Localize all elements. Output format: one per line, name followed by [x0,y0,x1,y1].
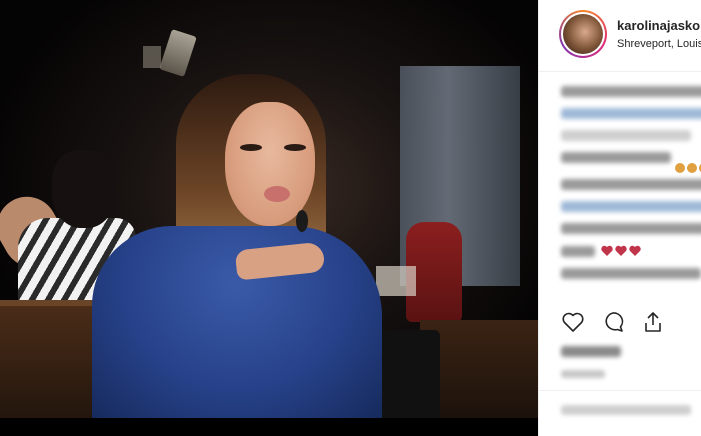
avatar[interactable] [559,10,607,58]
emoji-icon [675,163,701,173]
post-photo[interactable] [0,0,538,418]
post-actions [561,310,701,338]
caption-hashtags [561,108,701,119]
comment-box[interactable] [539,390,701,436]
hearts-icon [601,245,641,256]
stage-light [159,29,197,77]
photo-bottom-strip [0,418,538,436]
comment-item-mention [561,201,701,212]
comment-emoji [675,161,701,179]
post-header: karolinajasko Shreveport, Louisiana [539,0,701,72]
post-date [561,370,605,378]
comment-item [561,179,701,190]
username-link[interactable]: karolinajasko [617,18,700,33]
subject-face [225,102,315,226]
caption-line [561,86,701,97]
likes-count[interactable] [561,346,621,357]
comment-item-hearts [561,245,701,257]
left-person-head [52,150,116,228]
subject-eye-left [240,144,262,151]
comments-list [561,86,701,290]
speech-bubble-icon[interactable] [601,310,625,334]
location-link[interactable]: Shreveport, Louisiana [617,38,701,50]
comment-item [561,152,671,163]
stage-light-secondary [143,46,161,68]
caption-translation [561,130,691,141]
share-icon[interactable] [641,310,665,334]
comment-text [561,245,595,257]
subject-earring [296,210,308,232]
heart-outline-icon[interactable] [561,310,585,334]
avatar-image [563,14,603,54]
post-sidebar: karolinajasko Shreveport, Louisiana [538,0,701,436]
background-table [376,266,416,296]
comment-input[interactable] [561,405,691,415]
comment-item [561,268,701,279]
subject-lips [264,186,290,202]
avatar-frame [561,12,605,56]
comment-item [561,223,701,234]
subject-eye-right [284,144,306,151]
